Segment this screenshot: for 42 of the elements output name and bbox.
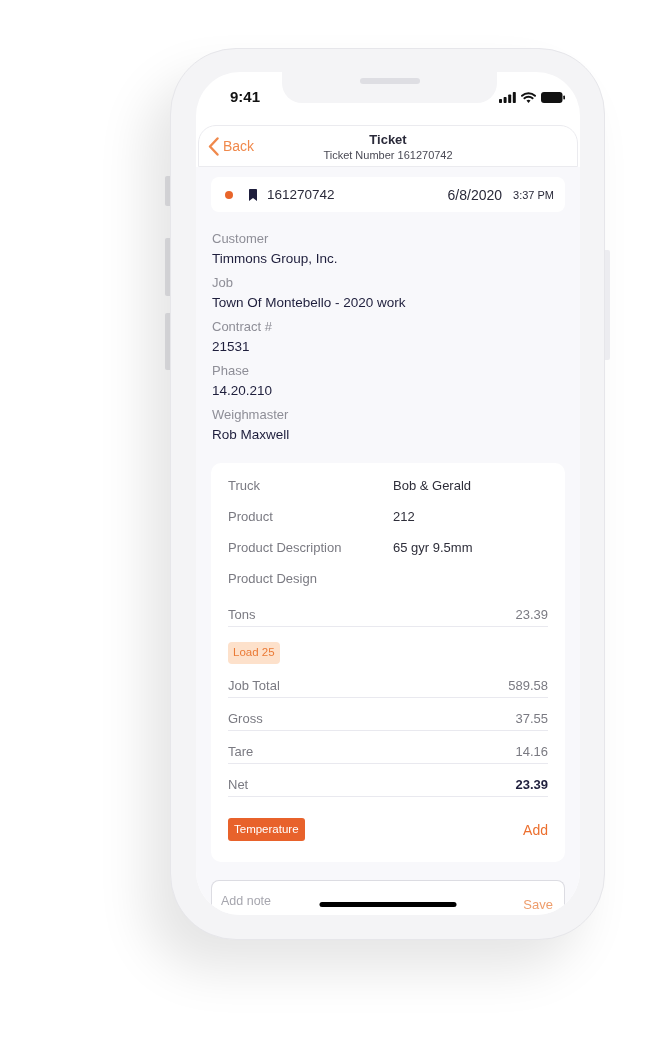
field-label: Contract # [212, 318, 272, 336]
wifi-icon [521, 91, 536, 103]
field-value: Timmons Group, Inc. [212, 250, 338, 268]
signal-icon [499, 91, 516, 103]
bookmark-icon [249, 188, 257, 201]
measurement-value: 14.16 [515, 743, 548, 761]
detail-value: Bob & Gerald [393, 476, 472, 495]
measurement-label: Tare [228, 743, 254, 761]
detail-label: Truck [228, 476, 262, 495]
add-button[interactable]: Add [523, 820, 548, 839]
temperature-tag: Temperature [228, 818, 305, 841]
measurement-label: Job Total [228, 677, 280, 695]
chevron-left-icon [208, 136, 219, 156]
ticket-date: 6/8/2020 [447, 185, 503, 204]
detail-label: Product [228, 507, 274, 526]
field-value: Town Of Montebello - 2020 work [212, 294, 406, 312]
measurement-label: Net [228, 776, 249, 794]
status-time: 9:41 [230, 88, 260, 106]
field-label: Job [212, 274, 233, 292]
load-tag: Load 25 [228, 642, 280, 664]
field-value: 21531 [212, 338, 250, 356]
detail-label: Product Description [228, 538, 343, 557]
measurement-value: 589.58 [508, 677, 548, 695]
detail-label: Product Design [228, 569, 318, 588]
field-value: Rob Maxwell [212, 426, 290, 444]
ticket-time: 3:37 PM [513, 187, 554, 203]
field-label: Weighmaster [212, 406, 289, 424]
field-value: 14.20.210 [212, 382, 273, 400]
detail-value: 65 gyr 9.5mm [393, 538, 473, 557]
measurement-value: 23.39 [515, 776, 548, 794]
battery-icon [541, 91, 565, 103]
back-button[interactable]: Back [208, 136, 255, 156]
measurement-label: Tons [228, 606, 256, 624]
measurement-value: 37.55 [515, 710, 548, 728]
measurement-value: 23.39 [515, 606, 548, 624]
screen-subtitle: Ticket Number 161270742 [323, 148, 453, 162]
screen-title: Ticket [369, 132, 407, 148]
measurement-label: Gross [228, 710, 263, 728]
ticket-number: 161270742 [267, 185, 335, 204]
detail-value: 212 [393, 507, 415, 526]
field-label: Phase [212, 362, 249, 380]
field-label: Customer [212, 230, 269, 248]
